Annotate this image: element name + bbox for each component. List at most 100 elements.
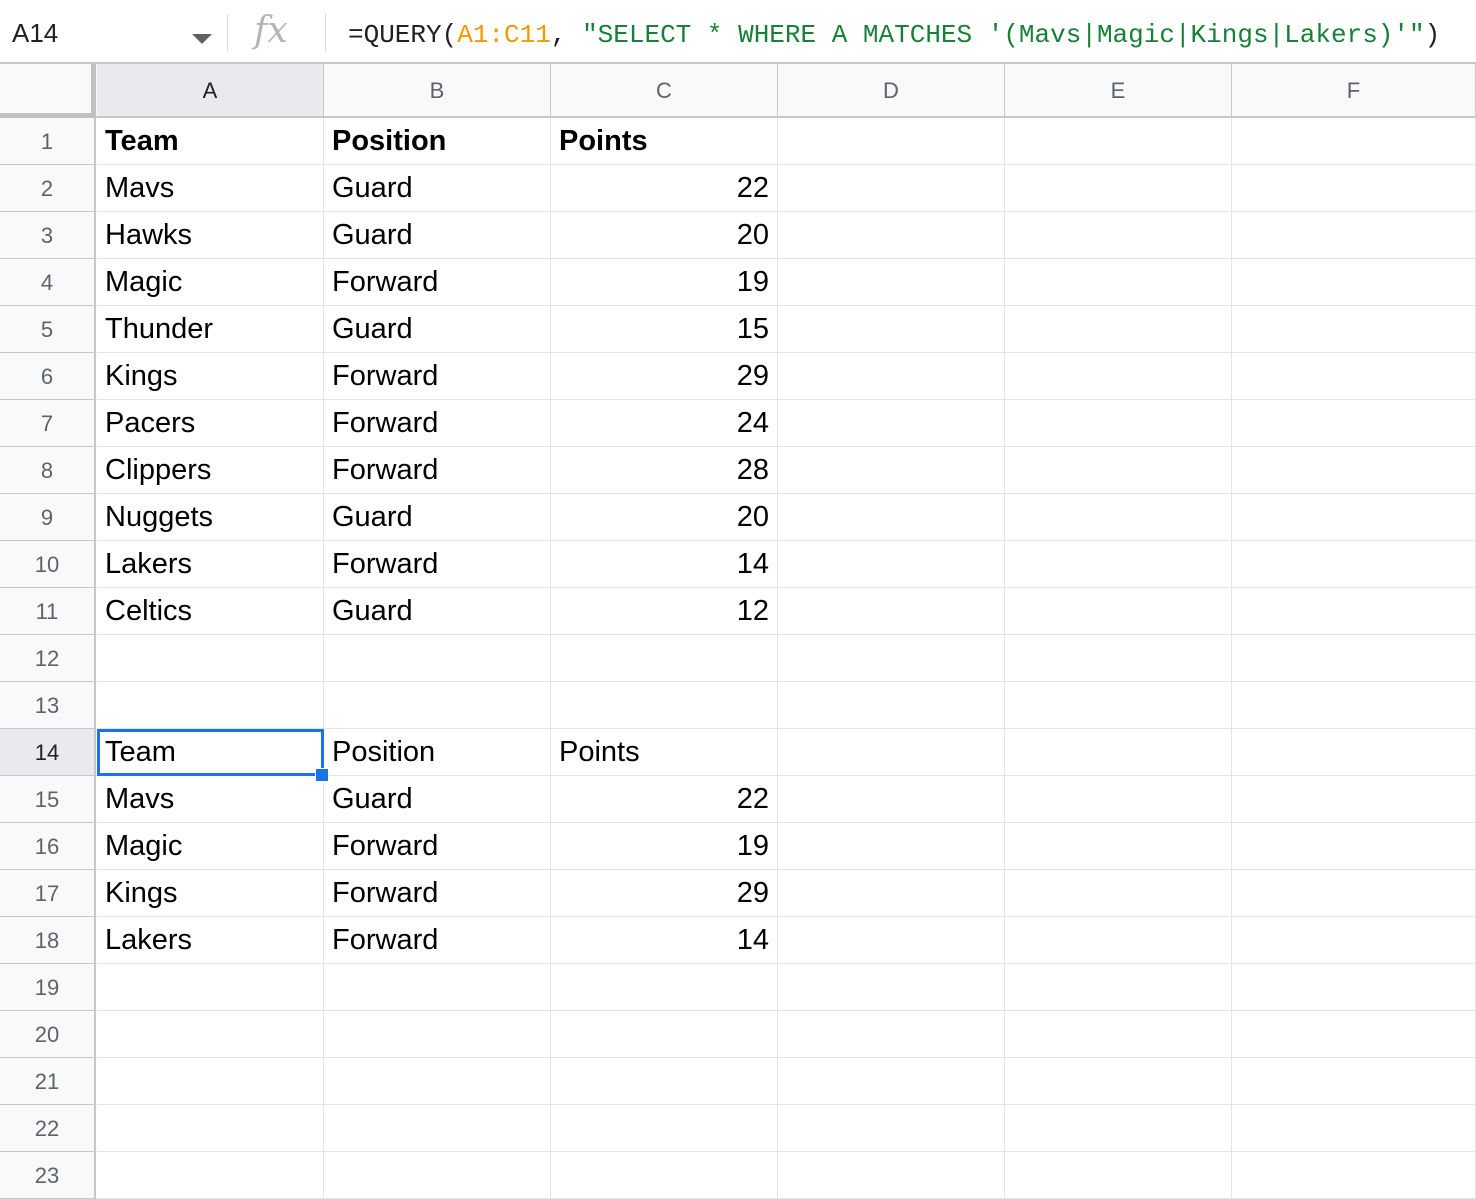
cell-c19[interactable] [551, 964, 778, 1011]
cell-e15[interactable] [1005, 776, 1232, 823]
fill-handle[interactable] [315, 768, 329, 782]
cell-a10[interactable]: Lakers [97, 541, 324, 588]
cell-a21[interactable] [97, 1058, 324, 1105]
cell-b2[interactable]: Guard [324, 165, 551, 212]
row-header-11[interactable]: 11 [0, 588, 96, 635]
row-header-12[interactable]: 12 [0, 635, 96, 682]
cell-c23[interactable] [551, 1152, 778, 1199]
cell-b4[interactable]: Forward [324, 259, 551, 306]
cell-e20[interactable] [1005, 1011, 1232, 1058]
cell-d13[interactable] [778, 682, 1005, 729]
cell-e10[interactable] [1005, 541, 1232, 588]
cell-f3[interactable] [1232, 212, 1476, 259]
cell-c20[interactable] [551, 1011, 778, 1058]
cell-c13[interactable] [551, 682, 778, 729]
cell-c5[interactable]: 15 [551, 306, 778, 353]
row-header-15[interactable]: 15 [0, 776, 96, 823]
cell-d6[interactable] [778, 353, 1005, 400]
cell-c12[interactable] [551, 635, 778, 682]
cell-f20[interactable] [1232, 1011, 1476, 1058]
cell-d10[interactable] [778, 541, 1005, 588]
cell-e13[interactable] [1005, 682, 1232, 729]
cell-b10[interactable]: Forward [324, 541, 551, 588]
row-header-16[interactable]: 16 [0, 823, 96, 870]
cell-f21[interactable] [1232, 1058, 1476, 1105]
cell-b17[interactable]: Forward [324, 870, 551, 917]
cell-b13[interactable] [324, 682, 551, 729]
select-all-corner[interactable] [0, 64, 96, 118]
cell-e8[interactable] [1005, 447, 1232, 494]
row-header-13[interactable]: 13 [0, 682, 96, 729]
cell-f16[interactable] [1232, 823, 1476, 870]
row-header-5[interactable]: 5 [0, 306, 96, 353]
cell-a8[interactable]: Clippers [97, 447, 324, 494]
cell-d16[interactable] [778, 823, 1005, 870]
cell-d2[interactable] [778, 165, 1005, 212]
cell-c1[interactable]: Points [551, 118, 778, 165]
cell-e17[interactable] [1005, 870, 1232, 917]
cell-a2[interactable]: Mavs [97, 165, 324, 212]
cell-d4[interactable] [778, 259, 1005, 306]
row-header-8[interactable]: 8 [0, 447, 96, 494]
row-header-20[interactable]: 20 [0, 1011, 96, 1058]
cell-e1[interactable] [1005, 118, 1232, 165]
cell-a15[interactable]: Mavs [97, 776, 324, 823]
row-header-2[interactable]: 2 [0, 165, 96, 212]
cell-f19[interactable] [1232, 964, 1476, 1011]
cell-c17[interactable]: 29 [551, 870, 778, 917]
cell-f17[interactable] [1232, 870, 1476, 917]
cell-a3[interactable]: Hawks [97, 212, 324, 259]
cell-e19[interactable] [1005, 964, 1232, 1011]
cell-d1[interactable] [778, 118, 1005, 165]
cell-e5[interactable] [1005, 306, 1232, 353]
row-header-22[interactable]: 22 [0, 1105, 96, 1152]
cell-f6[interactable] [1232, 353, 1476, 400]
cell-a19[interactable] [97, 964, 324, 1011]
cell-b6[interactable]: Forward [324, 353, 551, 400]
row-header-4[interactable]: 4 [0, 259, 96, 306]
row-header-7[interactable]: 7 [0, 400, 96, 447]
cell-f12[interactable] [1232, 635, 1476, 682]
column-header-f[interactable]: F [1232, 64, 1476, 118]
cell-b5[interactable]: Guard [324, 306, 551, 353]
cell-a7[interactable]: Pacers [97, 400, 324, 447]
cell-b15[interactable]: Guard [324, 776, 551, 823]
cell-f15[interactable] [1232, 776, 1476, 823]
cell-b23[interactable] [324, 1152, 551, 1199]
cell-e14[interactable] [1005, 729, 1232, 776]
row-header-19[interactable]: 19 [0, 964, 96, 1011]
cell-c14[interactable]: Points [551, 729, 778, 776]
cell-f14[interactable] [1232, 729, 1476, 776]
cell-f5[interactable] [1232, 306, 1476, 353]
cell-b1[interactable]: Position [324, 118, 551, 165]
cell-f9[interactable] [1232, 494, 1476, 541]
cell-e22[interactable] [1005, 1105, 1232, 1152]
cell-a6[interactable]: Kings [97, 353, 324, 400]
cell-d9[interactable] [778, 494, 1005, 541]
cell-e2[interactable] [1005, 165, 1232, 212]
cell-a1[interactable]: Team [97, 118, 324, 165]
cell-f22[interactable] [1232, 1105, 1476, 1152]
formula-input[interactable]: =QUERY(A1:C11, "SELECT * WHERE A MATCHES… [348, 20, 1440, 50]
cell-b7[interactable]: Forward [324, 400, 551, 447]
cell-d23[interactable] [778, 1152, 1005, 1199]
cell-d21[interactable] [778, 1058, 1005, 1105]
cell-c21[interactable] [551, 1058, 778, 1105]
cell-e12[interactable] [1005, 635, 1232, 682]
cell-a9[interactable]: Nuggets [97, 494, 324, 541]
cell-e3[interactable] [1005, 212, 1232, 259]
cell-c2[interactable]: 22 [551, 165, 778, 212]
cell-b18[interactable]: Forward [324, 917, 551, 964]
cell-d11[interactable] [778, 588, 1005, 635]
cell-b9[interactable]: Guard [324, 494, 551, 541]
cell-a13[interactable] [97, 682, 324, 729]
cell-d17[interactable] [778, 870, 1005, 917]
cell-c16[interactable]: 19 [551, 823, 778, 870]
cell-e6[interactable] [1005, 353, 1232, 400]
column-header-a[interactable]: A [97, 64, 324, 118]
cell-a12[interactable] [97, 635, 324, 682]
cell-f7[interactable] [1232, 400, 1476, 447]
cell-b11[interactable]: Guard [324, 588, 551, 635]
cell-b19[interactable] [324, 964, 551, 1011]
cell-a5[interactable]: Thunder [97, 306, 324, 353]
